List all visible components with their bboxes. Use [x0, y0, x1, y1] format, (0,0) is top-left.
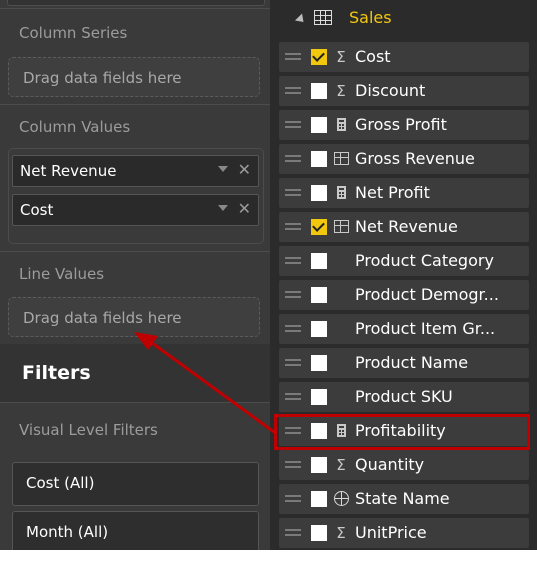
arrow-line — [147, 338, 275, 434]
arrow-head — [134, 332, 158, 350]
drag-arrow — [134, 332, 275, 434]
